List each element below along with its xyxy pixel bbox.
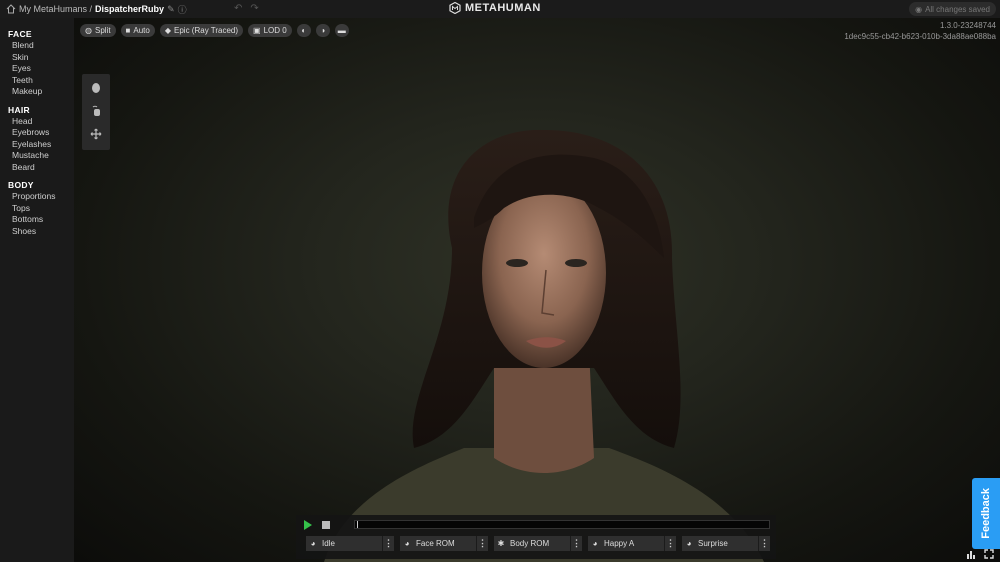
sphere-icon: ◐: [301, 26, 307, 35]
breadcrumb: My MetaHumans / DispatcherRuby ✎ ⓘ: [0, 3, 187, 16]
animation-body-rom[interactable]: ✱ Body ROM ⋮: [494, 536, 582, 551]
more-options-icon[interactable]: ⋮: [664, 536, 676, 551]
playback-panel: ◕ Idle ⋮ ◕ Face ROM ⋮ ✱ Body ROM ⋮ ◕ Hap…: [296, 515, 776, 559]
timeline-cursor[interactable]: [357, 521, 358, 528]
sidebar-item-proportions[interactable]: Proportions: [8, 191, 74, 203]
save-status: ◉ All changes saved: [909, 2, 996, 16]
more-options-icon[interactable]: ⋮: [758, 536, 770, 551]
sidebar-item-head[interactable]: Head: [8, 116, 74, 128]
animation-label: Face ROM: [416, 539, 455, 548]
top-bar: My MetaHumans / DispatcherRuby ✎ ⓘ ↶ ↷ M…: [0, 0, 1000, 18]
more-options-icon[interactable]: ⋮: [382, 536, 394, 551]
more-options-icon[interactable]: ⋮: [476, 536, 488, 551]
camera-label: Auto: [133, 26, 150, 35]
face-focus-icon[interactable]: [89, 81, 103, 95]
metahuman-logo: METAHUMAN: [449, 2, 541, 14]
camera-tools: [82, 74, 110, 150]
undo-icon[interactable]: ↶: [234, 3, 242, 14]
bulb-icon: ◍: [85, 26, 92, 35]
sidebar-item-blend[interactable]: Blend: [8, 40, 74, 52]
sidebar: FACE Blend Skin Eyes Teeth Makeup HAIR H…: [0, 18, 74, 562]
lod-label: LOD 0: [263, 26, 287, 35]
timeline-scrubber[interactable]: [354, 520, 770, 529]
sidebar-item-shoes[interactable]: Shoes: [8, 226, 74, 238]
camera-icon: ■: [125, 26, 131, 35]
feedback-label: Feedback: [980, 488, 992, 539]
breadcrumb-root[interactable]: My MetaHumans /: [19, 4, 92, 14]
face-icon: ◕: [404, 539, 410, 548]
viewport-toolbar: ◍ Split ■ Auto ◆ Epic (Ray Traced) ▣ LOD…: [80, 24, 349, 37]
version-number: 1.3.0-23248744: [939, 21, 996, 30]
lod-icon: ▣: [253, 26, 261, 35]
background-button[interactable]: ▬: [334, 24, 349, 37]
section-title: BODY: [8, 180, 34, 190]
rotate-hand-icon[interactable]: [89, 104, 103, 118]
more-options-icon[interactable]: ⋮: [570, 536, 582, 551]
section-body: BODY Proportions Tops Bottoms Shoes: [8, 179, 74, 237]
fullscreen-icon[interactable]: [984, 549, 994, 559]
animation-label: Body ROM: [510, 539, 550, 548]
lighting-button[interactable]: ◑: [315, 24, 330, 37]
logo-text: METAHUMAN: [465, 2, 541, 14]
sidebar-item-tops[interactable]: Tops: [8, 203, 74, 215]
running-figure-icon: ✱: [497, 539, 505, 548]
sidebar-item-teeth[interactable]: Teeth: [8, 75, 74, 87]
pencil-icon[interactable]: ✎: [167, 4, 175, 15]
rect-icon: ▬: [337, 26, 346, 35]
animation-label: Happy A: [604, 539, 635, 548]
render-mode-button[interactable]: ◐: [296, 24, 311, 37]
home-icon[interactable]: [6, 4, 16, 14]
help-icon[interactable]: ⓘ: [178, 3, 187, 16]
section-face: FACE Blend Skin Eyes Teeth Makeup: [8, 28, 74, 98]
face-icon: ◕: [686, 539, 692, 548]
viewport[interactable]: ◍ Split ■ Auto ◆ Epic (Ray Traced) ▣ LOD…: [74, 18, 1000, 562]
sidebar-item-makeup[interactable]: Makeup: [8, 86, 74, 98]
sidebar-item-eyebrows[interactable]: Eyebrows: [8, 127, 74, 139]
section-title: FACE: [8, 29, 32, 39]
animation-idle[interactable]: ◕ Idle ⋮: [306, 536, 394, 551]
split-label: Split: [94, 26, 111, 35]
face-icon: ◕: [592, 539, 598, 548]
move-icon[interactable]: [89, 127, 103, 141]
diamond-icon: ◆: [164, 26, 172, 35]
sidebar-item-eyelashes[interactable]: Eyelashes: [8, 139, 74, 151]
sidebar-item-mustache[interactable]: Mustache: [8, 150, 74, 162]
lod-button[interactable]: ▣ LOD 0: [248, 24, 292, 37]
animation-face-rom[interactable]: ◕ Face ROM ⋮: [400, 536, 488, 551]
version-id: 1dec9c55-cb42-b623-010b-3da88ae088ba: [844, 32, 996, 41]
sidebar-item-bottoms[interactable]: Bottoms: [8, 214, 74, 226]
feedback-button[interactable]: Feedback: [972, 478, 1000, 549]
animation-label: Surprise: [698, 539, 728, 548]
character-render: [324, 129, 764, 562]
sidebar-item-skin[interactable]: Skin: [8, 52, 74, 64]
section-title: HAIR: [8, 104, 30, 115]
logo-icon: [449, 2, 461, 14]
light-icon: ◑: [320, 26, 326, 35]
animation-surprise[interactable]: ◕ Surprise ⋮: [682, 536, 770, 551]
version-info: 1.3.0-23248744 1dec9c55-cb42-b623-010b-3…: [844, 20, 996, 42]
quality-label: Epic (Ray Traced): [174, 26, 239, 35]
breadcrumb-current: DispatcherRuby: [95, 4, 165, 14]
check-circle-icon: ◉: [915, 4, 923, 14]
play-button[interactable]: [304, 520, 312, 530]
save-status-label: All changes saved: [925, 4, 990, 14]
animation-happy-a[interactable]: ◕ Happy A ⋮: [588, 536, 676, 551]
sidebar-item-beard[interactable]: Beard: [8, 162, 74, 174]
camera-button[interactable]: ■ Auto: [120, 24, 155, 37]
stats-icon[interactable]: [966, 549, 976, 559]
stop-button[interactable]: [322, 521, 330, 529]
redo-icon[interactable]: ↷: [250, 3, 258, 14]
split-button[interactable]: ◍ Split: [80, 24, 116, 37]
quality-button[interactable]: ◆ Epic (Ray Traced): [159, 24, 244, 37]
sidebar-item-eyes[interactable]: Eyes: [8, 63, 74, 75]
animation-label: Idle: [322, 539, 335, 548]
section-hair: HAIR Head Eyebrows Eyelashes Mustache Be…: [8, 104, 74, 174]
face-icon: ◕: [310, 539, 316, 548]
